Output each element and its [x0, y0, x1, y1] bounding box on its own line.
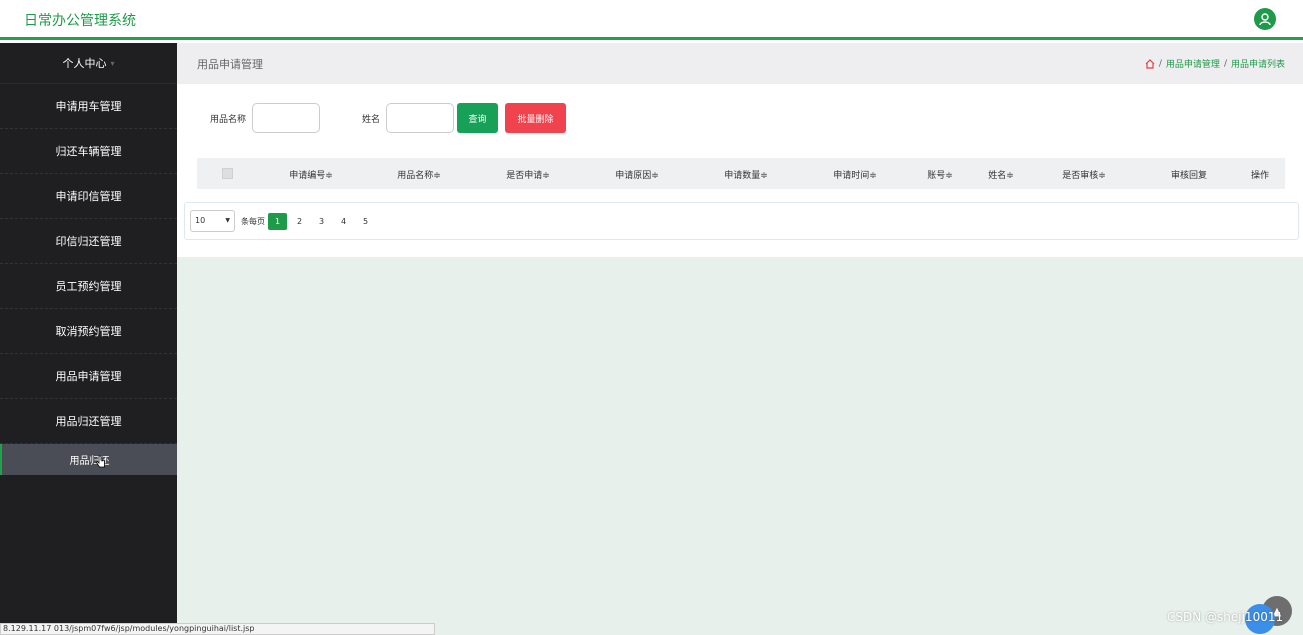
search-form: 用品名称 姓名 查询 批量删除	[210, 103, 567, 133]
sidebar-item-vehicle-return[interactable]: 归还车辆管理	[0, 129, 177, 174]
name-label: 姓名	[362, 114, 381, 125]
watermark: CSDN @shejj10011	[1167, 610, 1284, 624]
column-header[interactable]: 用品名称≑	[397, 168, 441, 181]
sidebar-subitem-supply-return[interactable]: 用品归还	[0, 444, 177, 475]
content-header: 用品申请管理 / 用品申请管理 / 用品申请列表	[177, 43, 1303, 84]
supply-name-input[interactable]	[252, 103, 321, 133]
page-1-button[interactable]: 1	[268, 212, 287, 230]
column-header[interactable]: 申请数量≑	[724, 168, 768, 181]
batch-delete-button[interactable]: 批量删除	[505, 103, 567, 133]
sidebar-item-supply-request[interactable]: 用品申请管理	[0, 354, 177, 399]
column-header[interactable]: 账号≑	[927, 168, 953, 181]
user-avatar-icon[interactable]	[1254, 8, 1276, 30]
column-header: 审核回复	[1170, 171, 1208, 181]
sidebar-personal-center-label: 个人中心	[62, 57, 107, 70]
page-2-button[interactable]: 2	[290, 213, 309, 230]
sidebar-personal-center[interactable]: 个人中心 ▾	[0, 43, 177, 84]
sidebar-item-seal-return[interactable]: 印信归还管理	[0, 219, 177, 264]
name-input[interactable]	[386, 103, 455, 133]
chevron-down-icon: ▾	[110, 58, 115, 68]
breadcrumb-item[interactable]: 用品申请管理	[1166, 57, 1220, 70]
column-header[interactable]: 申请原因≑	[615, 168, 659, 181]
column-header[interactable]: 申请时间≑	[833, 168, 877, 181]
page-title: 用品申请管理	[197, 57, 263, 71]
browser-status-url: 8.129.11.17 013/jspm07fw6/jsp/modules/yo…	[0, 623, 435, 635]
column-header[interactable]: 是否申请≑	[506, 168, 550, 181]
app-title: 日常办公管理系统	[24, 13, 136, 29]
sidebar: 个人中心 ▾ 申请用车管理 归还车辆管理 申请印信管理 印信归还管理 员工预约管…	[0, 43, 177, 635]
hand-cursor-icon	[95, 455, 105, 468]
table-header: 申请编号≑ 用品名称≑ 是否申请≑ 申请原因≑ 申请数量≑ 申请时间≑ 账号≑ …	[197, 158, 1285, 189]
sidebar-item-cancel-booking[interactable]: 取消预约管理	[0, 309, 177, 354]
column-header: 操作	[1250, 171, 1270, 181]
sidebar-item-vehicle-request[interactable]: 申请用车管理	[0, 84, 177, 129]
supply-name-label: 用品名称	[210, 114, 247, 125]
page-size-select[interactable]: 10 ▼	[190, 210, 235, 232]
query-button[interactable]: 查询	[457, 103, 499, 133]
sidebar-item-seal-request[interactable]: 申请印信管理	[0, 174, 177, 219]
top-bar: 日常办公管理系统	[0, 0, 1303, 40]
breadcrumb: / 用品申请管理 / 用品申请列表	[1145, 57, 1285, 70]
sidebar-item-staff-booking[interactable]: 员工预约管理	[0, 264, 177, 309]
pagination: 10 ▼ 条每页 1 2 3 4 5	[184, 202, 1299, 240]
list-panel: 用品名称 姓名 查询 批量删除 申请编号≑ 用品名称≑ 是否申请≑ 申请原因≑ …	[177, 84, 1303, 257]
breadcrumb-separator: /	[1158, 58, 1162, 69]
select-all-checkbox[interactable]	[222, 168, 233, 179]
page-5-button[interactable]: 5	[356, 213, 375, 230]
sidebar-item-supply-return[interactable]: 用品归还管理	[0, 399, 177, 444]
column-header[interactable]: 是否审核≑	[1062, 168, 1106, 181]
page-size-value: 10	[195, 216, 206, 225]
home-icon[interactable]	[1145, 58, 1155, 69]
page-3-button[interactable]: 3	[312, 213, 331, 230]
dropdown-arrow-icon: ▼	[225, 217, 230, 224]
page-4-button[interactable]: 4	[334, 213, 353, 230]
breadcrumb-item: 用品申请列表	[1230, 60, 1285, 70]
breadcrumb-separator: /	[1223, 58, 1227, 69]
column-header[interactable]: 姓名≑	[988, 168, 1014, 181]
per-page-label: 条每页	[241, 216, 265, 226]
main-content: 用品申请管理 / 用品申请管理 / 用品申请列表 用品名称 姓名 查询 批量删除…	[177, 43, 1303, 635]
column-header[interactable]: 申请编号≑	[289, 168, 333, 181]
